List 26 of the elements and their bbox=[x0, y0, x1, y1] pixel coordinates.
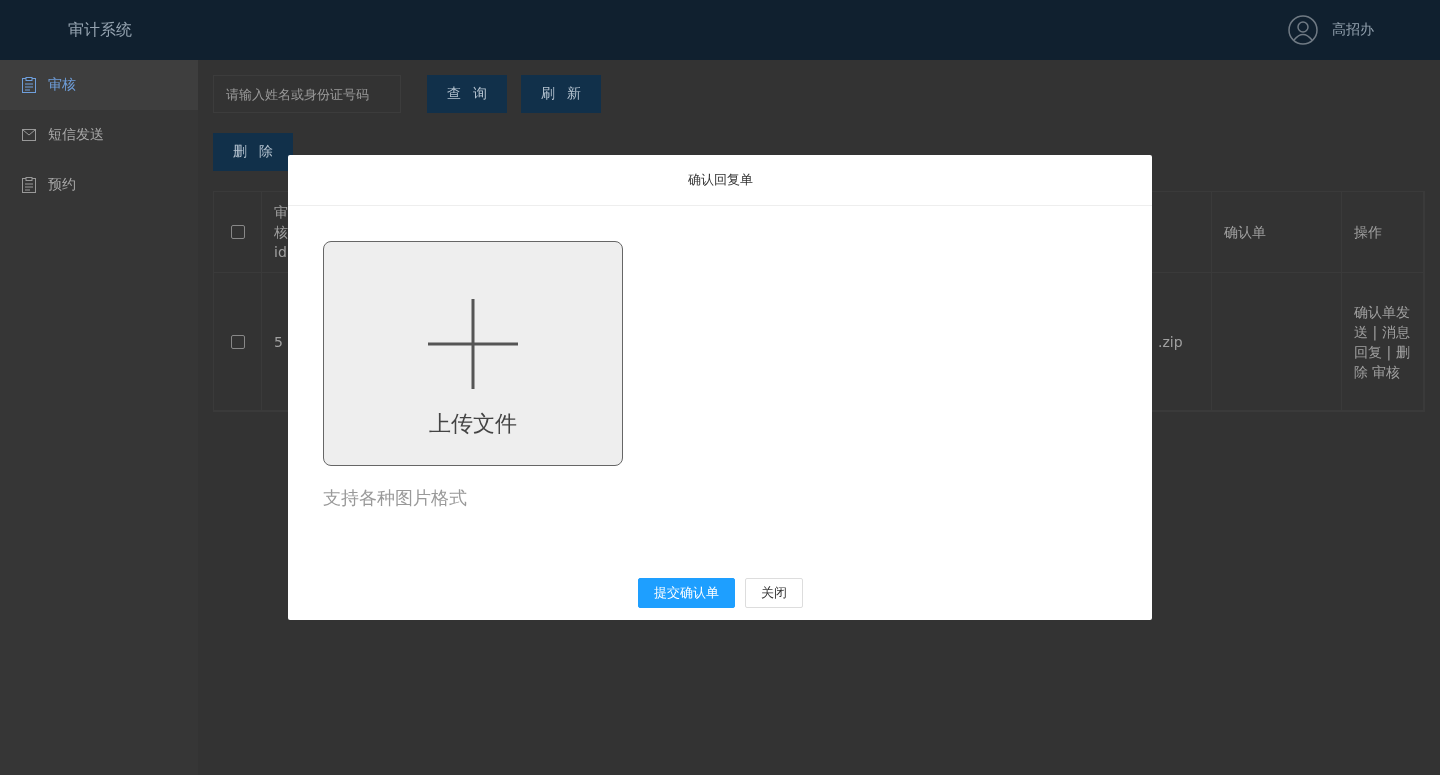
sidebar-item[interactable]: 预约 bbox=[0, 160, 198, 210]
dialog-title: 确认回复单 bbox=[687, 171, 753, 189]
column-header: 操作 bbox=[1354, 223, 1382, 242]
column-header: 确认单 bbox=[1224, 223, 1266, 242]
checkbox[interactable] bbox=[230, 334, 245, 349]
sidebar-item[interactable]: 短信发送 bbox=[0, 110, 198, 160]
sidebar-item[interactable]: 审核 bbox=[0, 60, 198, 110]
search-field[interactable]: 请输入姓名或身份证号码 bbox=[213, 75, 401, 113]
upload-hint: 支持各种图片格式 bbox=[323, 486, 468, 510]
clipboard-icon bbox=[22, 177, 36, 193]
refresh-button[interactable]: 刷新 bbox=[521, 75, 601, 113]
table-cell-text: 5 bbox=[274, 332, 283, 352]
checkbox[interactable] bbox=[230, 225, 245, 239]
user-avatar-icon bbox=[1288, 15, 1318, 45]
close-button[interactable]: 关闭 bbox=[744, 578, 803, 608]
mail-icon bbox=[22, 129, 36, 141]
column-header: 审核id bbox=[274, 203, 289, 262]
table-cell-text: .zip bbox=[1158, 332, 1183, 352]
search-button[interactable]: 查询 bbox=[427, 75, 507, 113]
plus-icon bbox=[428, 298, 518, 389]
clipboard-icon bbox=[22, 77, 36, 93]
app-title: 审计系统 bbox=[68, 19, 132, 41]
row-actions[interactable]: 确认单发送 | 消息回复 | 删除 审核 bbox=[1354, 301, 1411, 382]
user-name[interactable]: 高招办 bbox=[1332, 21, 1374, 39]
upload-area[interactable]: 上传文件 bbox=[323, 241, 623, 466]
delete-button[interactable]: 删除 bbox=[213, 133, 293, 171]
